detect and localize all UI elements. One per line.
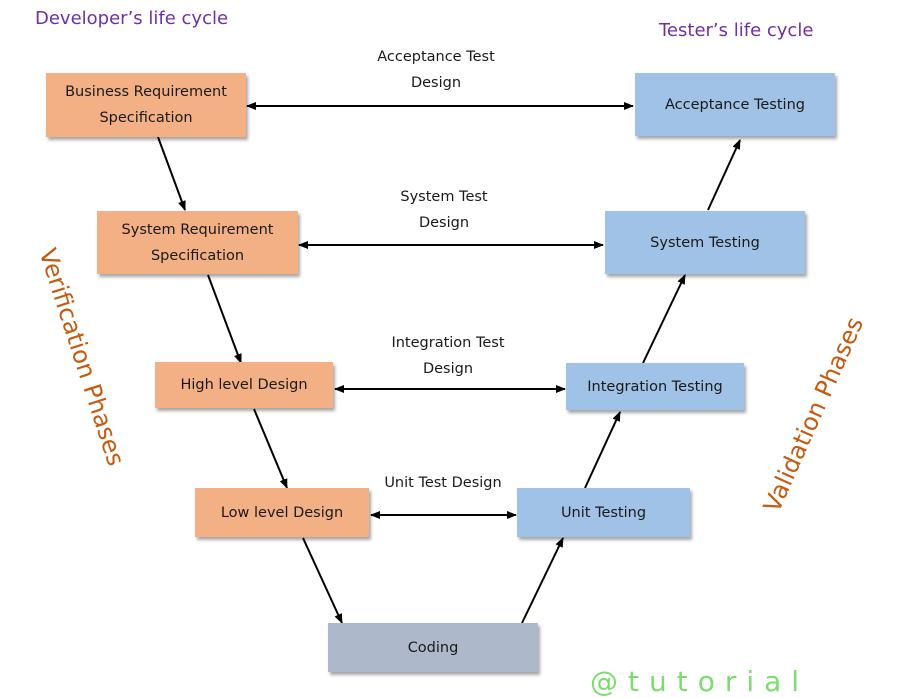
integration-to-system-arrow <box>642 274 686 364</box>
unit-to-integration-arrow <box>584 411 621 489</box>
business-requirement-specification-box: Business Requirement Specification <box>46 73 246 137</box>
unit-testing-box: Unit Testing <box>517 488 690 537</box>
coding-to-unit-arrow <box>521 537 564 624</box>
box-label-line1: System Requirement <box>121 221 274 238</box>
system-test-design-label: System Test Design <box>364 184 524 236</box>
box-label: Unit Testing <box>560 504 647 521</box>
srs-to-hld-arrow <box>207 274 242 364</box>
label-line1: System Test <box>400 189 488 205</box>
unit-test-design-label: Unit Test Design <box>384 475 502 491</box>
brs-to-srs-arrow <box>157 136 186 211</box>
box-label: Coding <box>407 639 459 656</box>
label-line2: Design <box>422 361 474 377</box>
label-line2: Design <box>418 215 470 231</box>
label-line1: Integration Test <box>391 335 505 351</box>
label-line1: Acceptance Test <box>377 49 495 65</box>
low-level-design-box: Low level Design <box>195 488 369 537</box>
coding-box: Coding <box>328 623 538 672</box>
box-label: System Testing <box>650 234 760 251</box>
watermark: @tutorial <box>590 665 810 698</box>
box-label-line2: Specification <box>150 247 245 264</box>
box-label: High level Design <box>180 377 308 393</box>
acceptance-testing-box: Acceptance Testing <box>635 73 835 136</box>
hld-to-lld-arrow <box>253 408 288 489</box>
box-label: Integration Testing <box>587 378 723 395</box>
box-label-line1: Business Requirement <box>65 84 227 100</box>
system-to-acceptance-arrow <box>707 139 741 211</box>
integration-test-design-label: Integration Test Design <box>368 330 528 382</box>
high-level-design-box: High level Design <box>155 362 333 408</box>
system-requirement-specification-box: System Requirement Specification <box>97 211 298 274</box>
system-testing-box: System Testing <box>605 211 805 274</box>
lld-to-coding-arrow <box>302 537 343 624</box>
integration-testing-box: Integration Testing <box>566 363 744 410</box>
label-line2: Design <box>410 75 462 91</box>
acceptance-test-design-label: Acceptance Test Design <box>356 44 516 96</box>
box-label: Acceptance Testing <box>665 96 805 113</box>
box-label-line2: Specification <box>99 110 193 126</box>
box-label: Low level Design <box>220 504 344 521</box>
